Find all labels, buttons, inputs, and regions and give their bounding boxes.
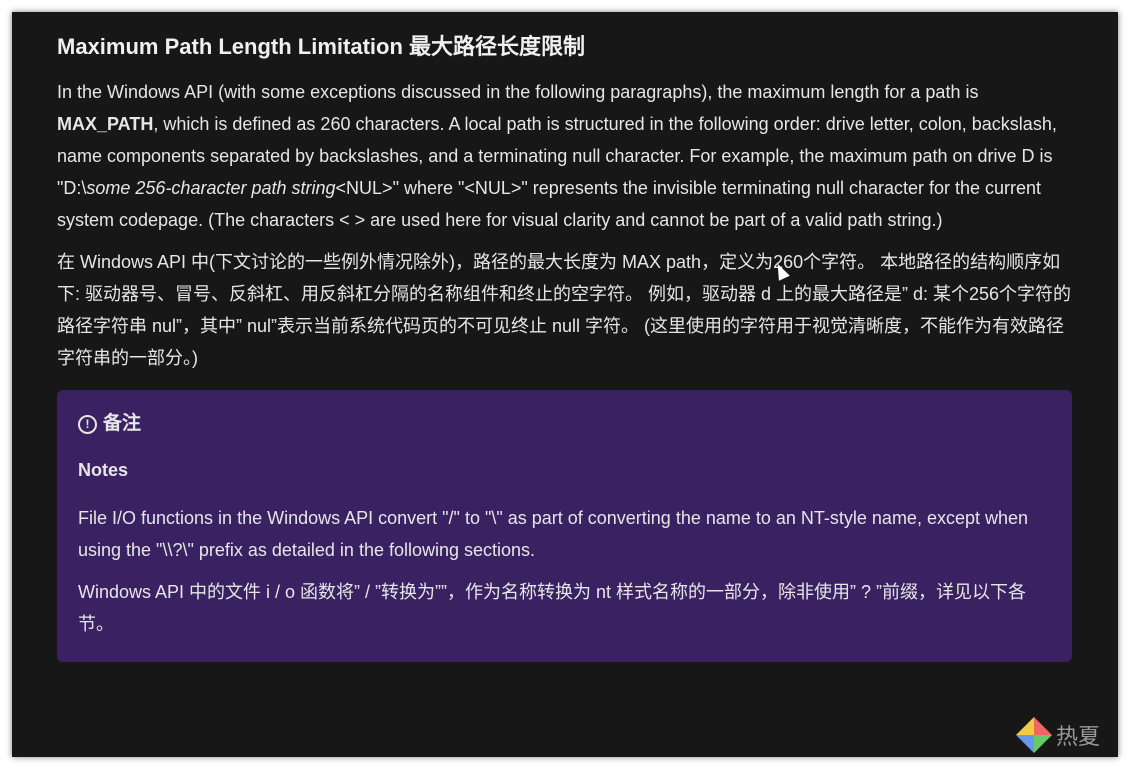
max-path-term: MAX_PATH (57, 114, 154, 134)
note-heading: ! 备注 (78, 408, 1051, 440)
chinese-paragraph: 在 Windows API 中(下文讨论的一些例外情况除外)，路径的最大长度为 … (57, 252, 1072, 368)
section-title: Maximum Path Length Limitation 最大路径长度限制 (57, 34, 586, 59)
english-paragraph: In the Windows API (with some exceptions… (57, 76, 1072, 236)
notes-label: Notes (78, 460, 129, 480)
info-icon: ! (78, 414, 97, 434)
note-callout: ! 备注 Notes File I/O functions in the Wind… (57, 390, 1072, 662)
watermark-text: 热夏 (1056, 725, 1101, 750)
watermark-logo: 热夏 (1016, 717, 1100, 753)
path-placeholder: some 256-character path string (86, 178, 336, 198)
text: In the Windows API (with some exceptions… (57, 82, 979, 102)
document-window: Maximum Path Length Limitation 最大路径长度限制 … (12, 12, 1118, 757)
pinwheel-icon (1016, 717, 1052, 753)
note-heading-text: 备注 (103, 413, 142, 434)
note-text-english: File I/O functions in the Windows API co… (78, 508, 1029, 560)
note-text-chinese: Windows API 中的文件 i / o 函数将” / ”转换为””，作为名… (78, 582, 1027, 634)
article-content: Maximum Path Length Limitation 最大路径长度限制 … (57, 30, 1072, 662)
